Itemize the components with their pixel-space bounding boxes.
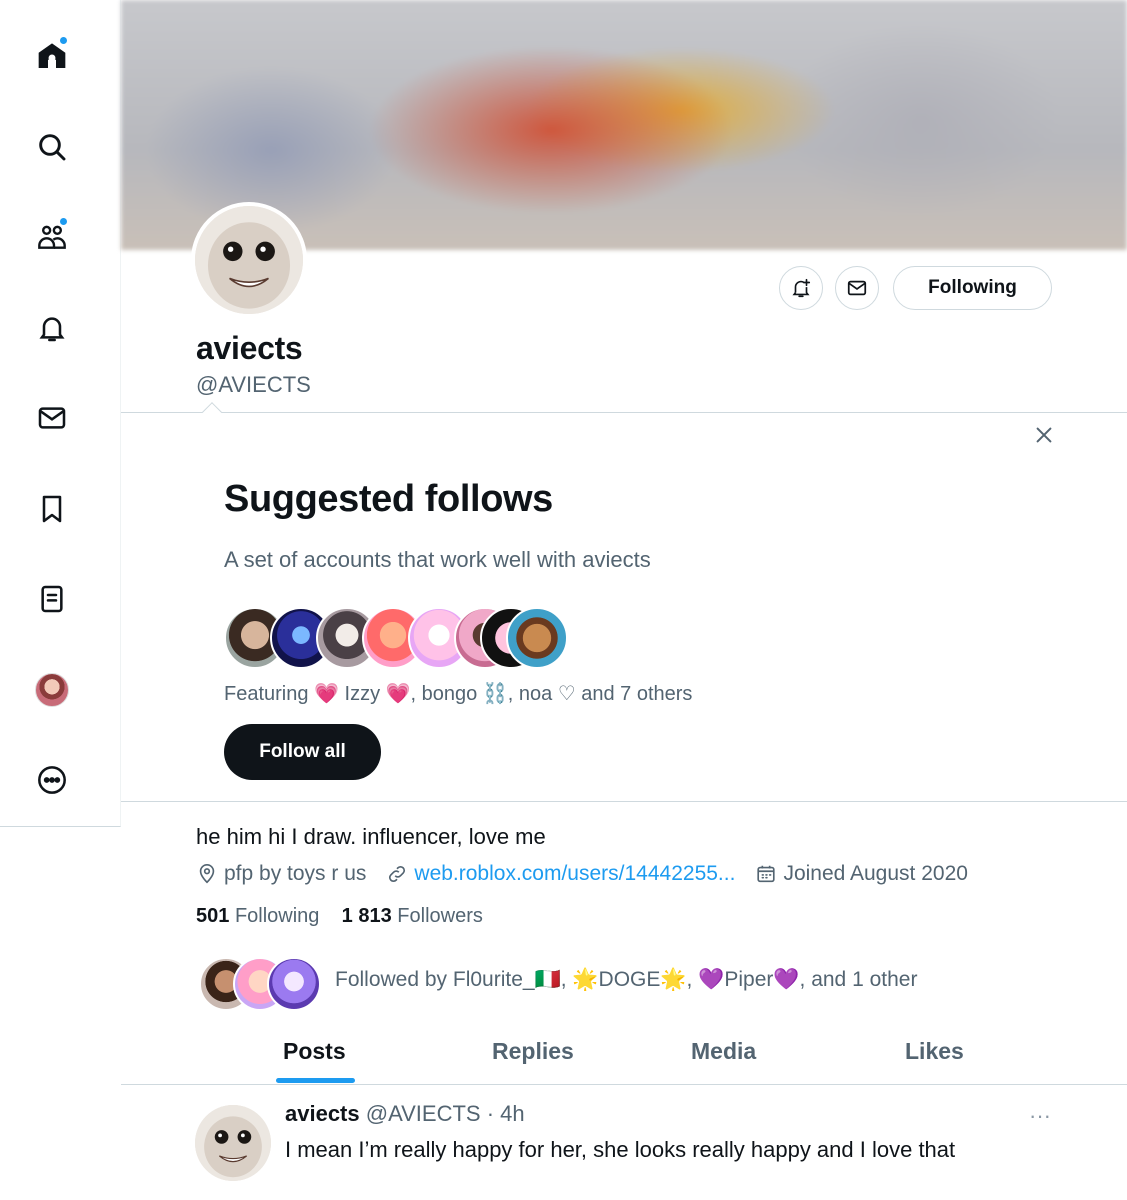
post-avatar[interactable] (195, 1105, 271, 1181)
divider (121, 412, 1127, 413)
joined-text: Joined August 2020 (783, 862, 968, 885)
followers-count-link[interactable]: 1 813 Followers (342, 905, 483, 927)
followed-by-text[interactable]: Followed by Fl0urite_🇮🇹, 🌟DOGE🌟, 💜Piper💜… (335, 968, 917, 992)
suggestion-caret (202, 402, 222, 422)
avatar (35, 673, 69, 707)
profile-counts: 501 Following 1 813 Followers (196, 905, 483, 928)
profile-avatar[interactable] (191, 202, 307, 318)
profile-bio: he him hi I draw. influencer, love me (196, 824, 546, 849)
bookmarks-icon[interactable] (26, 483, 78, 535)
active-tab-indicator (276, 1078, 355, 1083)
suggested-subtitle: A set of accounts that work well with av… (224, 547, 651, 572)
more-options-icon[interactable]: ··· (1025, 1103, 1055, 1128)
followers-label: Followers (397, 905, 483, 927)
profile-tabs: Posts Replies Media Likes (121, 1022, 1127, 1084)
communities-notification-dot (59, 217, 68, 226)
divider (121, 1084, 1127, 1085)
home-icon[interactable] (26, 30, 78, 82)
avatar (267, 957, 321, 1011)
messages-icon[interactable] (26, 392, 78, 444)
post-author-meta[interactable]: @AVIECTS · 4h (366, 1101, 525, 1126)
divider (121, 801, 1127, 802)
suggested-featuring-text: Featuring 💗 Izzy 💗, bongo ⛓️, noa ♡ and … (224, 683, 693, 705)
post-text: I mean I’m really happy for her, she loo… (285, 1137, 956, 1162)
notifications-icon[interactable] (26, 302, 78, 354)
avatar (506, 607, 568, 669)
profile-location: pfp by toys r us (196, 862, 366, 886)
post-author-name[interactable]: aviects (285, 1101, 360, 1126)
profile-meta: pfp by toys r us web.roblox.com/users/14… (196, 862, 988, 886)
tab-replies[interactable]: Replies (492, 1022, 574, 1084)
location-icon (199, 864, 215, 884)
followers-count: 1 813 (341, 905, 392, 927)
profile-column: Following aviects @AVIECTS Suggested fol… (121, 0, 1127, 1200)
profile-handle: @AVIECTS (196, 372, 311, 397)
post-header: aviects @AVIECTS · 4h (285, 1101, 525, 1127)
home-notification-dot (59, 36, 68, 45)
message-button[interactable] (835, 266, 879, 310)
sidebar-nav (0, 0, 121, 827)
communities-icon[interactable] (26, 211, 78, 263)
tab-likes[interactable]: Likes (905, 1022, 964, 1084)
following-count-link[interactable]: 501 Following (196, 905, 319, 927)
close-icon[interactable] (1029, 420, 1059, 450)
profile-website[interactable]: web.roblox.com/users/14442255... (386, 862, 735, 886)
website-link[interactable]: web.roblox.com/users/14442255... (414, 862, 735, 886)
profile-display-name: aviects (196, 330, 303, 366)
tab-media[interactable]: Media (691, 1022, 756, 1084)
calendar-icon (757, 865, 776, 883)
lists-icon[interactable] (26, 573, 78, 625)
tab-posts[interactable]: Posts (283, 1022, 346, 1084)
search-icon[interactable] (26, 121, 78, 173)
profile-nav-avatar[interactable] (26, 664, 78, 716)
following-count: 501 (196, 905, 230, 927)
more-icon[interactable] (26, 754, 78, 806)
profile-joined: Joined August 2020 (755, 862, 968, 886)
following-label: Following (234, 905, 320, 927)
notify-bell-button[interactable] (779, 266, 823, 310)
follow-all-button[interactable]: Follow all (224, 724, 381, 780)
following-button[interactable]: Following (893, 266, 1052, 310)
suggested-title: Suggested follows (224, 478, 553, 520)
location-text: pfp by toys r us (224, 862, 367, 885)
link-icon (389, 865, 406, 883)
